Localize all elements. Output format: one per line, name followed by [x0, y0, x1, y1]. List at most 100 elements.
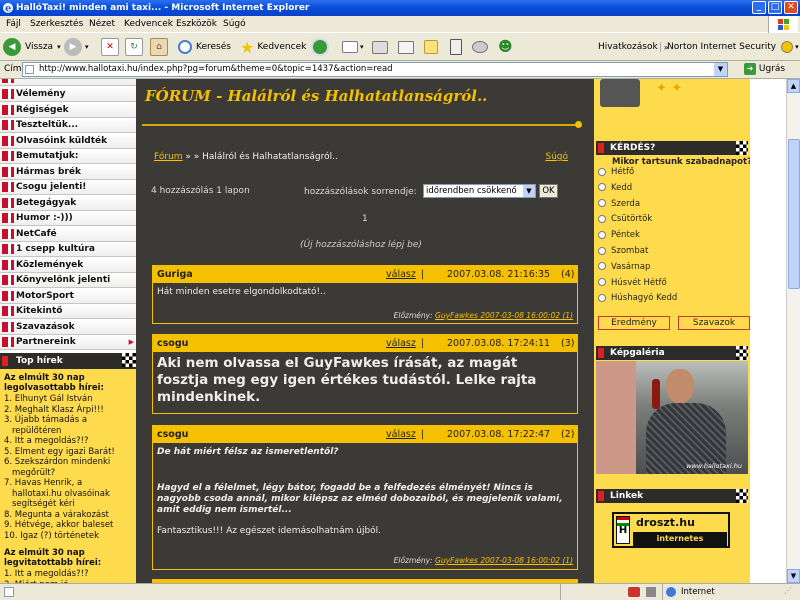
poll-option[interactable]: Vasárnap [598, 262, 650, 272]
top-news-item[interactable]: 7. Havas Henrik, a hallotaxi.hu olvasóin… [4, 478, 132, 510]
favorites-button[interactable]: ★ Kedvencek [240, 37, 306, 57]
top-news-item[interactable]: 1. Elhunyt Gál István [4, 394, 132, 405]
radio-button[interactable] [598, 246, 606, 255]
radio-button[interactable] [598, 199, 606, 208]
radio-button[interactable] [598, 214, 606, 223]
radio-button[interactable] [598, 230, 606, 239]
forward-button[interactable]: ▶ ▾ [64, 37, 89, 57]
radio-button[interactable] [598, 183, 606, 192]
sidebar-item[interactable]: Kitekintő [0, 304, 136, 319]
close-button[interactable]: ✕ [784, 1, 798, 14]
sidebar-item[interactable]: 1 csepp kultúra [0, 242, 136, 257]
post-author[interactable]: csogu [157, 338, 188, 349]
radio-button[interactable] [598, 278, 606, 287]
top-news-item[interactable]: 9. Hétvége, akkor baleset [4, 520, 132, 531]
sort-ok-button[interactable]: OK [539, 184, 558, 198]
scroll-down-icon[interactable]: ▼ [787, 569, 800, 583]
refresh-button[interactable]: ↻ [125, 37, 143, 57]
poll-option[interactable]: Szombat [598, 246, 648, 256]
print-button[interactable] [372, 37, 388, 57]
poll-results-button[interactable]: Eredmény [598, 316, 670, 330]
menu-edit[interactable]: Szerkesztés [30, 19, 83, 29]
poll-option[interactable]: Csütörtök [598, 214, 652, 224]
top-news-item[interactable]: 3. Újabb támadás a repülőtéren [4, 415, 132, 436]
sidebar-item[interactable]: Vélemény [0, 87, 136, 102]
gallery-photo[interactable]: www.hallotaxi.hu [596, 361, 748, 474]
top-news-item[interactable]: 6. Szekszárdon mindenki megőrült? [4, 457, 132, 478]
radio-button[interactable] [598, 167, 606, 176]
top-news-item[interactable]: 1. Itt a megoldás?!? [4, 569, 132, 580]
menu-help[interactable]: Súgó [223, 19, 246, 29]
sidebar-item[interactable]: Teszteltük... [0, 118, 136, 133]
menu-view[interactable]: Nézet [89, 19, 115, 29]
maximize-button[interactable]: □ [768, 1, 782, 14]
minimize-button[interactable]: _ [752, 1, 766, 14]
sidebar-item[interactable]: Betegágyak [0, 195, 136, 211]
radio-button[interactable] [598, 262, 606, 271]
breadcrumb-forum-link[interactable]: Fórum [154, 152, 183, 162]
droszt-banner[interactable]: H droszt.hu internetes taxiállomás [612, 512, 730, 557]
page-number[interactable]: 1 [362, 214, 368, 224]
back-button[interactable]: ◀ Vissza ▾ [3, 37, 61, 57]
history-button[interactable] [311, 37, 329, 57]
reference-link[interactable]: GuyFawkes 2007-03-08 16:00:02 (1) [435, 556, 573, 565]
discuss-button[interactable] [424, 37, 438, 57]
sidebar-item[interactable]: NetCafé [0, 226, 136, 242]
scrollbar-thumb[interactable] [788, 139, 800, 289]
vertical-scrollbar[interactable]: ▲ ▼ [786, 79, 800, 583]
sidebar-item[interactable]: Könyvelőnk jelenti [0, 273, 136, 288]
top-news-item[interactable]: 4. Itt a megoldás?!? [4, 436, 132, 447]
search-button[interactable]: Keresés [178, 37, 231, 57]
top-news-item[interactable]: 10. Igaz (?) történetek [4, 531, 132, 542]
sidebar-item[interactable]: Humor :-))) [0, 211, 136, 226]
resize-grip-icon[interactable]: ⋰ [784, 586, 792, 595]
poll-option[interactable]: Péntek [598, 230, 640, 240]
menu-file[interactable]: Fájl [6, 19, 21, 29]
menu-tools[interactable]: Eszközök [176, 19, 217, 29]
home-button[interactable]: ⌂ [150, 37, 168, 57]
address-dropdown-icon[interactable]: ▼ [714, 63, 727, 76]
sidebar-item[interactable]: Csogu jelenti! [0, 180, 136, 195]
top-news-item[interactable]: 2. Meghalt Klasz Árpi!!! [4, 405, 132, 416]
address-field[interactable]: http://www.hallotaxi.hu/index.php?pg=for… [22, 62, 728, 77]
poll-option[interactable]: Húsvét Hétfő [598, 278, 667, 288]
reply-link[interactable]: válasz [386, 335, 416, 352]
go-button[interactable]: ➔ Ugrás [744, 63, 785, 75]
stop-button[interactable]: ✕ [101, 37, 119, 57]
reply-link[interactable]: válasz [386, 266, 416, 283]
post-author[interactable]: Guriga [157, 269, 193, 280]
edit-button[interactable] [398, 37, 414, 57]
poll-option[interactable]: Húshagyó Kedd [598, 293, 677, 303]
sidebar-item-partial[interactable] [0, 79, 136, 86]
poll-option[interactable]: Kedd [598, 183, 632, 193]
norton-button[interactable]: Norton Internet Security ▾ [660, 37, 799, 57]
banner-image[interactable]: ✦ ✦ [596, 79, 748, 112]
contacts-button[interactable]: ☻ [498, 37, 513, 57]
research-button[interactable] [450, 37, 462, 57]
post-author[interactable]: csogu [157, 429, 188, 440]
sidebar-item[interactable]: Szavazások [0, 319, 136, 335]
mail-button[interactable]: ▾ [342, 37, 364, 57]
sort-select[interactable]: időrendben csökkenő ▼ [423, 184, 536, 198]
sidebar-item[interactable]: Partnereink ▶ [0, 335, 136, 350]
sidebar-item[interactable]: Közlemények [0, 257, 136, 273]
reference-link[interactable]: GuyFawkes 2007-03-08 16:00:02 (1) [435, 311, 573, 320]
new-post-hint[interactable]: (Új hozzászóláshoz lépj be) [300, 240, 422, 250]
links-button[interactable]: Hivatkozások » [598, 37, 669, 57]
poll-option[interactable]: Hétfő [598, 167, 634, 177]
top-news-item[interactable]: 8. Megunta a várakozást [4, 510, 132, 521]
sidebar-item[interactable]: Bemutatjuk: [0, 149, 136, 164]
poll-vote-button[interactable]: Szavazok [678, 316, 750, 330]
scroll-up-icon[interactable]: ▲ [787, 79, 800, 93]
sidebar-item[interactable]: Olvasóink küldték [0, 133, 136, 149]
sidebar-item[interactable]: Hármas brék [0, 164, 136, 180]
menu-favorites[interactable]: Kedvencek [124, 19, 173, 29]
sidebar-item[interactable]: MotorSport [0, 288, 136, 304]
reply-link[interactable]: válasz [386, 426, 416, 443]
poll-option[interactable]: Szerda [598, 199, 640, 209]
help-link[interactable]: Súgó [545, 152, 568, 162]
sidebar-item[interactable]: Régiségek [0, 102, 136, 118]
messenger-button[interactable] [472, 37, 488, 57]
radio-button[interactable] [598, 293, 606, 302]
top-news-item[interactable]: 5. Elment egy igazi Barát! [4, 447, 132, 458]
